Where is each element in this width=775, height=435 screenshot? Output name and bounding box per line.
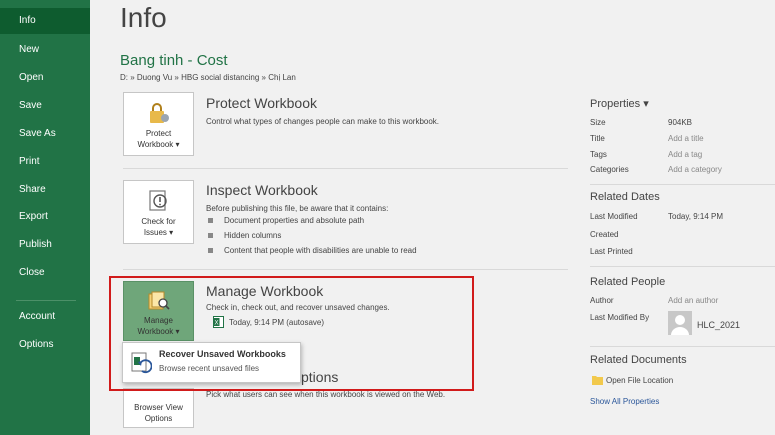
- workbook-name: Bang tinh - Cost: [120, 52, 228, 69]
- inspect-document-icon: [148, 190, 167, 211]
- prop-value-tags[interactable]: Add a tag: [668, 150, 702, 159]
- protect-workbook-desc: Control what types of changes people can…: [206, 117, 440, 126]
- nav-save-as[interactable]: Save As: [0, 121, 90, 147]
- browser-tile-label-1: Browser View: [134, 403, 183, 412]
- prop-label-categories: Categories: [590, 165, 629, 174]
- inspect-bullet-list: Document properties and absolute path Hi…: [208, 213, 417, 258]
- protect-workbook-button[interactable]: Protect Workbook ▾: [123, 92, 194, 156]
- section-divider: [123, 168, 568, 169]
- related-people-header: Related People: [590, 276, 666, 288]
- nav-export[interactable]: Export: [0, 204, 90, 230]
- nav-print[interactable]: Print: [0, 149, 90, 175]
- inspect-workbook-title: Inspect Workbook: [206, 182, 318, 198]
- add-author-link[interactable]: Add an author: [668, 296, 718, 305]
- nav-save[interactable]: Save: [0, 93, 90, 119]
- inspect-tile-label-1: Check for: [141, 217, 176, 226]
- lock-icon: [149, 103, 169, 123]
- inspect-workbook-desc: Before publishing this file, be aware th…: [206, 204, 389, 213]
- nav-info[interactable]: Info: [0, 8, 90, 34]
- prop-label-title: Title: [590, 134, 605, 143]
- modified-by-label: Last Modified By: [590, 313, 650, 322]
- prop-value-categories[interactable]: Add a category: [668, 165, 722, 174]
- prop-value-title[interactable]: Add a title: [668, 134, 704, 143]
- workbook-path: D: » Duong Vu » HBG social distancing » …: [120, 73, 296, 82]
- properties-header[interactable]: Properties ▾: [590, 97, 649, 110]
- prop-value-size: 904KB: [668, 118, 693, 127]
- list-item: Hidden columns: [208, 228, 417, 243]
- nav-publish[interactable]: Publish: [0, 232, 90, 258]
- section-divider: [123, 269, 568, 270]
- properties-divider: [590, 184, 775, 185]
- nav-account[interactable]: Account: [0, 304, 90, 330]
- backstage-sidebar: Info New Open Save Save As Print Share E…: [0, 0, 90, 435]
- sidebar-divider: [16, 300, 76, 301]
- inspect-tile-label-2: Issues ▾: [143, 228, 174, 237]
- recover-unsaved-workbooks-item[interactable]: Recover Unsaved Workbooks: [159, 349, 286, 359]
- properties-divider: [590, 346, 775, 347]
- nav-share[interactable]: Share: [0, 177, 90, 203]
- nav-options[interactable]: Options: [0, 332, 90, 358]
- folder-icon: [592, 376, 603, 385]
- protect-tile-label-2: Workbook ▾: [137, 140, 180, 149]
- open-file-location-link[interactable]: Open File Location: [592, 375, 673, 385]
- properties-divider: [590, 266, 775, 267]
- prop-label-size: Size: [590, 118, 606, 127]
- nav-open[interactable]: Open: [0, 65, 90, 91]
- nav-close[interactable]: Close: [0, 260, 90, 286]
- author-label: Author: [590, 296, 614, 305]
- browser-view-options-button[interactable]: Browser View Options: [123, 388, 194, 428]
- prop-label-tags: Tags: [590, 150, 607, 159]
- user-avatar-icon: [671, 315, 689, 335]
- browser-tile-label-2: Options: [144, 414, 173, 423]
- nav-new[interactable]: New: [0, 37, 90, 63]
- protect-tile-label-1: Protect: [145, 129, 172, 138]
- check-for-issues-button[interactable]: Check for Issues ▾: [123, 180, 194, 244]
- related-documents-header: Related Documents: [590, 354, 687, 366]
- manage-workbook-dropdown[interactable]: Recover Unsaved Workbooks Browse recent …: [122, 342, 301, 383]
- page-title: Info: [120, 2, 167, 33]
- recover-unsaved-desc: Browse recent unsaved files: [159, 364, 260, 373]
- date-label-modified: Last Modified: [590, 212, 638, 221]
- date-label-printed: Last Printed: [590, 247, 633, 256]
- date-label-created: Created: [590, 230, 619, 239]
- show-all-properties-link[interactable]: Show All Properties: [590, 397, 659, 406]
- protect-workbook-title: Protect Workbook: [206, 95, 318, 111]
- modified-by-name: HLC_2021: [697, 320, 741, 330]
- avatar: [668, 311, 692, 335]
- date-value-modified: Today, 9:14 PM: [668, 212, 723, 221]
- list-item: Document properties and absolute path: [208, 213, 417, 228]
- related-dates-header: Related Dates: [590, 191, 660, 203]
- list-item: Content that people with disabilities ar…: [208, 243, 417, 258]
- browser-view-options-desc: Pick what users can see when this workbo…: [206, 390, 446, 399]
- recover-workbook-icon: [131, 352, 152, 374]
- open-file-location-label: Open File Location: [606, 375, 674, 385]
